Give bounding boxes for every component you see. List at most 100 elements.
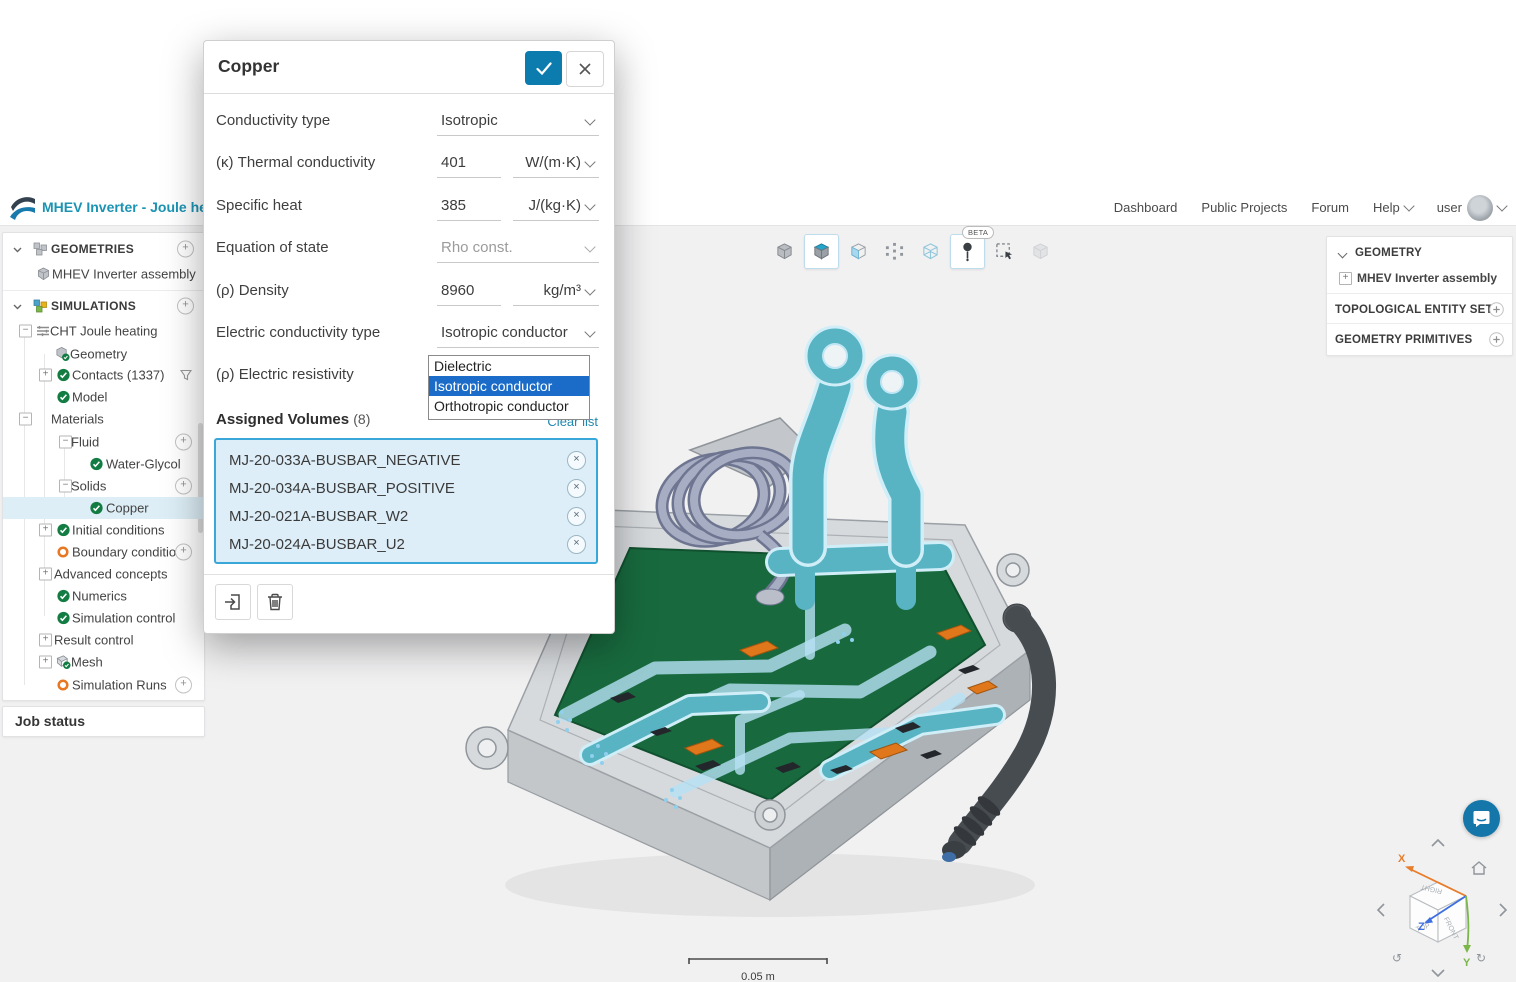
tree-item-copper[interactable]: Copper xyxy=(3,497,204,519)
tree-expander-minus[interactable]: − xyxy=(19,413,32,426)
tree-item-numerics[interactable]: Numerics xyxy=(3,585,204,607)
delete-button[interactable] xyxy=(257,584,293,620)
assigned-volume-row: MJ-20-024A-BUSBAR_U2× xyxy=(216,530,596,558)
panel-item-mhev-inverter-assembly[interactable]: +MHEV Inverter assembly xyxy=(1327,267,1512,289)
toolbar-view-solid-button[interactable] xyxy=(768,235,801,268)
field-label: (ρ) Electric resistivity xyxy=(216,366,354,383)
tree-expander-plus[interactable]: + xyxy=(1339,272,1352,285)
tree-item-geometry[interactable]: Geometry xyxy=(3,343,204,365)
chevron-down-icon[interactable] xyxy=(1338,249,1348,259)
tree-item-mhev-inverter-assembly[interactable]: MHEV Inverter assembly xyxy=(3,263,204,285)
probe-point-icon xyxy=(960,242,975,262)
select-equation-of-state[interactable]: Rho const. xyxy=(437,232,599,263)
tree-expander-plus[interactable]: + xyxy=(39,369,52,382)
select-electric-conductivity-type[interactable]: Isotropic conductor xyxy=(437,317,599,348)
panel-item-geometry-primitives[interactable]: GEOMETRY PRIMITIVES xyxy=(1327,329,1512,351)
tree-expander-plus[interactable]: + xyxy=(39,634,52,647)
add-button[interactable]: + xyxy=(175,677,192,694)
remove-volume-button[interactable]: × xyxy=(567,479,586,498)
nav-forum[interactable]: Forum xyxy=(1311,200,1349,215)
tree-item-simulation-runs[interactable]: Simulation Runs+ xyxy=(3,674,204,696)
unit-select-specific-heat[interactable]: J/(kg·K) xyxy=(513,190,599,221)
add-button[interactable] xyxy=(1489,332,1504,347)
tree-item-fluid[interactable]: −Fluid+ xyxy=(3,431,204,453)
select-conductivity-type[interactable]: Isotropic xyxy=(437,105,599,136)
tree-expander-plus[interactable]: + xyxy=(39,524,52,537)
tree-item-label: Numerics xyxy=(72,589,127,604)
simulation-tree-panel: GEOMETRIES+ MHEV Inverter assembly SIMULAT… xyxy=(2,232,205,701)
screen: MHEV Inverter - Joule heating DashboardP… xyxy=(0,0,1516,982)
tree-item-advanced-concepts[interactable]: +Advanced concepts xyxy=(3,563,204,585)
add-button[interactable] xyxy=(1489,302,1504,317)
dropdown-option-dielectric[interactable]: Dielectric xyxy=(429,356,589,376)
toolbar-probe-point-button[interactable]: BETA xyxy=(950,234,985,269)
remove-volume-button[interactable]: × xyxy=(567,535,586,554)
chevron-down-icon[interactable] xyxy=(13,240,22,258)
tree-item-geometries[interactable]: GEOMETRIES+ xyxy=(3,238,204,260)
add-button[interactable]: + xyxy=(175,544,192,561)
tree-item-simulations[interactable]: SIMULATIONS+ xyxy=(3,295,204,317)
add-button[interactable]: + xyxy=(177,241,194,258)
toolbar-isolate-button[interactable] xyxy=(1024,235,1057,268)
toolbar-box-select-button[interactable] xyxy=(988,235,1021,268)
chevron-down-icon[interactable] xyxy=(13,297,22,315)
input-thermal-conductivity[interactable]: 401 xyxy=(437,147,501,178)
input-density[interactable]: 8960 xyxy=(437,275,501,306)
chat-button[interactable] xyxy=(1463,800,1500,837)
view-wireframe-icon xyxy=(921,242,940,261)
ring-icon xyxy=(57,679,69,691)
tree-item-solids[interactable]: −Solids+ xyxy=(3,475,204,497)
remove-volume-button[interactable]: × xyxy=(567,507,586,526)
nav-public-projects[interactable]: Public Projects xyxy=(1201,200,1287,215)
nav-dashboard[interactable]: Dashboard xyxy=(1114,200,1178,215)
tree-expander-minus[interactable]: − xyxy=(19,325,32,338)
add-button[interactable]: + xyxy=(175,434,192,451)
user-label: user xyxy=(1437,200,1462,215)
add-button[interactable]: + xyxy=(177,298,194,315)
assign-selection-button[interactable] xyxy=(215,584,251,620)
filter-icon[interactable] xyxy=(180,369,192,381)
add-button[interactable]: + xyxy=(175,478,192,495)
tree-item-contacts-1337[interactable]: +Contacts (1337) xyxy=(3,364,204,386)
job-status-panel[interactable]: Job status xyxy=(2,706,205,737)
nav-label: Public Projects xyxy=(1201,200,1287,215)
remove-volume-button[interactable]: × xyxy=(567,451,586,470)
unit-select-density[interactable]: kg/m³ xyxy=(513,275,599,306)
tree-item-label: Solids xyxy=(71,479,106,494)
tree-item-boundary-conditions[interactable]: Boundary conditions+ xyxy=(3,541,204,563)
select-value: Isotropic conductor xyxy=(441,324,568,341)
nav-help[interactable]: Help xyxy=(1373,200,1413,215)
toolbar-select-vertex-button[interactable] xyxy=(878,235,911,268)
user-menu[interactable]: user xyxy=(1437,195,1506,221)
view-cube[interactable]: RIGHTFRONTTOPXZY↺↻ xyxy=(1374,838,1510,982)
sim-icon xyxy=(36,325,50,337)
select-volume-icon xyxy=(812,242,831,261)
unit-select-thermal-conductivity[interactable]: W/(m·K) xyxy=(513,147,599,178)
dropdown-option-orthotropic-conductor[interactable]: Orthotropic conductor xyxy=(429,396,589,416)
tree-item-mesh[interactable]: +Mesh xyxy=(3,651,204,673)
confirm-button[interactable] xyxy=(525,51,562,85)
chevron-down-icon xyxy=(1403,200,1414,211)
toolbar-view-wireframe-button[interactable] xyxy=(914,235,947,268)
field-label: (κ) Thermal conductivity xyxy=(216,154,375,171)
panel-item-geometry[interactable]: GEOMETRY xyxy=(1327,243,1512,265)
toolbar-select-face-button[interactable] xyxy=(842,235,875,268)
tree-item-model[interactable]: Model xyxy=(3,386,204,408)
tree-item-water-glycol[interactable]: Water-Glycol xyxy=(3,453,204,475)
toolbar-select-volume-button[interactable] xyxy=(804,234,839,269)
volume-name: MJ-20-034A-BUSBAR_POSITIVE xyxy=(229,480,455,497)
check-icon xyxy=(90,458,103,471)
input-specific-heat[interactable]: 385 xyxy=(437,190,501,221)
tree-item-cht-joule-heating[interactable]: −CHT Joule heating xyxy=(3,320,204,342)
panel-item-topological-entity-sets[interactable]: TOPOLOGICAL ENTITY SETS xyxy=(1327,299,1512,321)
tree-item-simulation-control[interactable]: Simulation control xyxy=(3,607,204,629)
close-button[interactable] xyxy=(566,51,604,87)
tree-expander-plus[interactable]: + xyxy=(39,656,52,669)
tree-item-materials[interactable]: −Materials xyxy=(3,408,204,430)
dropdown-option-isotropic-conductor[interactable]: Isotropic conductor xyxy=(429,376,589,396)
tree-item-result-control[interactable]: +Result control xyxy=(3,629,204,651)
unit-value: kg/m³ xyxy=(544,282,582,299)
tree-expander-plus[interactable]: + xyxy=(39,568,52,581)
isolate-icon xyxy=(1031,242,1050,261)
tree-item-initial-conditions[interactable]: +Initial conditions xyxy=(3,519,204,541)
